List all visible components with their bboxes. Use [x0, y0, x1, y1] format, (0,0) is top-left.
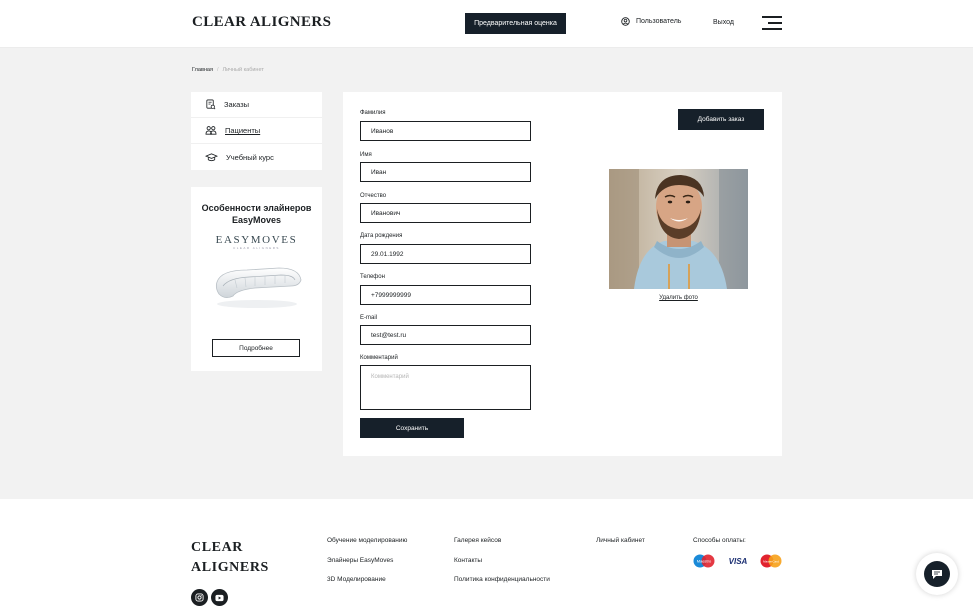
promo-brand-sub: CLEAR ALIGNERS	[233, 246, 280, 250]
user-icon	[621, 17, 630, 26]
chat-icon	[924, 561, 950, 587]
phone-label: Телефон	[360, 274, 385, 280]
user-link-label: Пользователь	[636, 18, 682, 25]
footer-link-3d[interactable]: 3D Моделирование	[327, 576, 386, 583]
firstname-field[interactable]: Иван	[360, 162, 531, 182]
menu-icon[interactable]	[762, 15, 782, 31]
breadcrumb-home[interactable]: Главная	[192, 67, 213, 73]
sidebar-item-orders[interactable]: Заказы	[191, 92, 322, 118]
footer-logo-line1: CLEAR	[191, 540, 244, 555]
profile-card: Фамилия Иванов Имя Иван Отчество Иванови…	[343, 92, 782, 456]
sidebar-item-label: Учебный курс	[226, 152, 274, 162]
estimate-button[interactable]: Предварительная оценка	[465, 13, 566, 34]
logo[interactable]: CLEAR ALIGNERS	[192, 14, 331, 31]
breadcrumb-separator: /	[216, 67, 219, 73]
user-link[interactable]: Пользователь	[621, 17, 681, 26]
youtube-icon[interactable]	[211, 589, 228, 606]
chat-button[interactable]	[916, 553, 958, 595]
mastercard-label: MasterCard	[763, 559, 779, 563]
lastname-field[interactable]: Иванов	[360, 121, 531, 141]
sidebar-nav: Заказы Пациенты Учебный курс	[191, 92, 322, 170]
comment-label: Комментарий	[360, 355, 398, 361]
promo-card: Особенности элайнеров EasyMoves EASYMOVE…	[191, 187, 322, 371]
footer-logo-line2: ALIGNERS	[191, 560, 269, 575]
visa-label: VISA	[729, 557, 748, 566]
aligner-image	[215, 267, 301, 308]
instagram-icon[interactable]	[191, 589, 208, 606]
promo-title: Особенности элайнеров EasyMoves	[201, 203, 312, 225]
sidebar-item-course[interactable]: Учебный курс	[191, 144, 322, 170]
site-footer: CLEAR ALIGNERS Обучение моделированию Эл…	[0, 499, 973, 608]
firstname-label: Имя	[360, 152, 372, 158]
breadcrumb: Главная / Личный кабинет	[192, 67, 264, 73]
footer-link-privacy[interactable]: Политика конфиденциальности	[454, 576, 550, 583]
birthdate-label: Дата рождения	[360, 233, 403, 239]
user-photo	[609, 169, 748, 289]
visa-icon: VISA	[729, 557, 748, 566]
patronymic-label: Отчество	[360, 193, 387, 199]
promo-brand: EASYMOVES	[215, 234, 298, 246]
footer-link-easymoves[interactable]: Элайнеры EasyMoves	[327, 557, 393, 564]
maestro-label: Maestro	[697, 559, 712, 564]
sidebar-item-label: Заказы	[224, 100, 250, 109]
footer-link-training[interactable]: Обучение моделированию	[327, 537, 407, 544]
delete-photo-link[interactable]: Удалить фото	[609, 295, 748, 301]
more-button[interactable]: Подробнее	[212, 339, 300, 357]
logout-link[interactable]: Выход	[713, 19, 734, 26]
email-label: E-mail	[360, 315, 378, 321]
footer-link-account[interactable]: Личный кабинет	[596, 537, 645, 544]
lastname-label: Фамилия	[360, 110, 386, 116]
birthdate-field[interactable]: 29.01.1992	[360, 244, 531, 264]
add-order-button[interactable]: Добавить заказ	[678, 109, 764, 130]
comment-textarea[interactable]: Комментарий	[360, 365, 531, 410]
phone-field[interactable]: +7999999999	[360, 285, 531, 305]
patronymic-field[interactable]: Иванович	[360, 203, 531, 223]
footer-link-gallery[interactable]: Галерея кейсов	[454, 537, 501, 544]
patients-icon	[205, 126, 217, 135]
mastercard-icon: MasterCard	[760, 554, 782, 568]
save-button[interactable]: Сохранить	[360, 418, 464, 438]
maestro-icon: Maestro	[693, 554, 715, 568]
breadcrumb-current: Личный кабинет	[222, 67, 264, 73]
site-header: CLEAR ALIGNERS Предварительная оценка По…	[0, 0, 973, 48]
footer-logo[interactable]: CLEAR ALIGNERS	[191, 538, 269, 578]
email-field[interactable]: test@test.ru	[360, 325, 531, 345]
footer-link-contacts[interactable]: Контакты	[454, 557, 482, 564]
graduation-cap-icon	[205, 152, 218, 161]
sidebar-item-label: Пациенты	[225, 126, 261, 135]
sidebar-item-patients[interactable]: Пациенты	[191, 118, 322, 144]
orders-icon	[206, 99, 216, 110]
payment-title: Способы оплаты:	[693, 537, 746, 544]
